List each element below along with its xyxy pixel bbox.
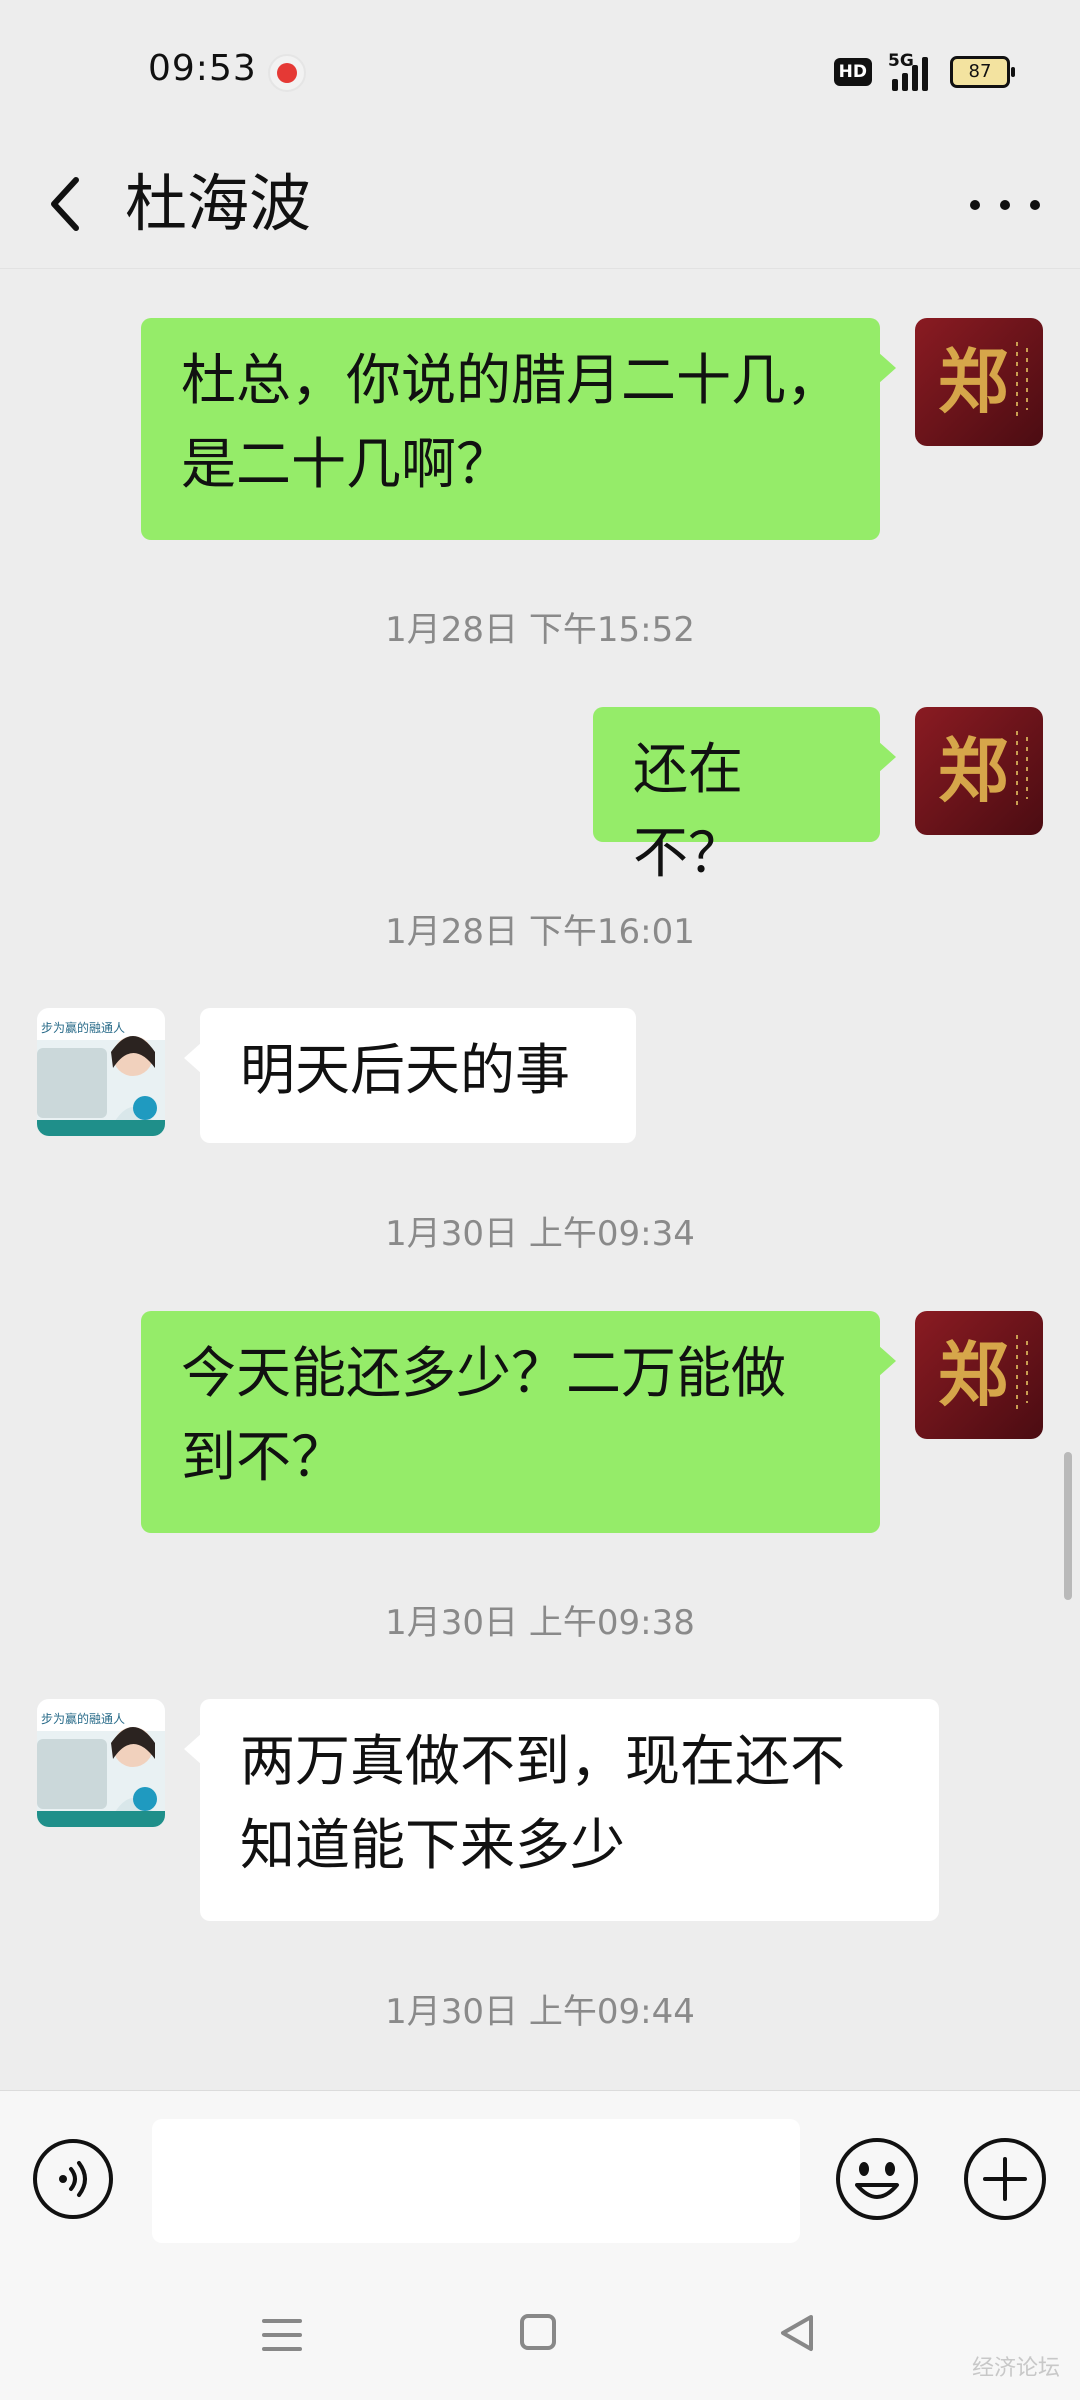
message-bubble-outgoing[interactable]: 杜总，你说的腊月二十几， 是二十几啊？: [141, 318, 896, 540]
more-button[interactable]: [970, 180, 1040, 230]
seal-avatar-image: 郑: [915, 1311, 1043, 1439]
scrollbar[interactable]: [1064, 1452, 1072, 1600]
input-bar: [0, 2090, 1080, 2266]
message-bubble-outgoing[interactable]: 今天能还多少？二万能做 到不？: [141, 1311, 896, 1533]
voice-icon: [59, 2161, 87, 2197]
timestamp: 1月30日 上午09:44: [385, 1992, 695, 2032]
svg-text:郑: 郑: [938, 729, 1008, 812]
self-avatar[interactable]: 郑: [915, 318, 1043, 446]
svg-text:郑: 郑: [938, 1333, 1008, 1416]
home-button[interactable]: [520, 2314, 556, 2350]
avatar-char: 郑: [938, 340, 1008, 423]
message-text: 两万真做不到，现在还不: [240, 1729, 846, 1793]
menu-icon: [262, 2319, 302, 2351]
status-bar: 09:53 HD 5G 87: [0, 0, 1080, 140]
network-type: 5G: [888, 51, 914, 71]
battery-icon: 87: [950, 56, 1015, 88]
message-text: 明天后天的事: [240, 1038, 571, 1102]
message-bubble-incoming[interactable]: 明天后天的事: [184, 1008, 636, 1143]
svg-text:步为赢的融通人: 步为赢的融通人: [41, 1711, 125, 1726]
svg-text:步为赢的融通人: 步为赢的融通人: [41, 1020, 125, 1035]
status-indicators: HD 5G 87: [833, 51, 1015, 92]
contact-avatar-image: 步为赢的融通人: [37, 1008, 165, 1136]
contact-avatar-image: 步为赢的融通人: [37, 1699, 165, 1827]
message-input[interactable]: [152, 2119, 800, 2243]
seal-avatar-image: 郑: [915, 707, 1043, 835]
system-nav-bar: 经济论坛: [0, 2265, 1080, 2400]
chevron-left-icon: [51, 177, 79, 231]
message-text: 杜总，你说的腊月二十几，: [181, 348, 842, 412]
more-dots-icon: [970, 200, 980, 210]
contact-avatar[interactable]: 步为赢的融通人: [37, 1008, 165, 1136]
hd-badge: HD: [833, 58, 872, 86]
triangle-back-icon: [781, 2315, 813, 2351]
contact-avatar[interactable]: 步为赢的融通人: [37, 1699, 165, 1827]
emoji-button[interactable]: [833, 2135, 921, 2223]
recent-apps-button[interactable]: [262, 2315, 302, 2355]
message-text: 还在不？: [633, 737, 744, 885]
signal-icon: 5G: [886, 51, 936, 91]
message-text: 是二十几啊？: [181, 432, 512, 496]
more-functions-button[interactable]: [961, 2135, 1049, 2223]
chat-title[interactable]: 杜海波: [125, 158, 311, 250]
system-back-button[interactable]: [775, 2311, 819, 2355]
chat-header: 杜海波: [0, 140, 1080, 269]
emoji-icon: [836, 2138, 918, 2220]
message-text: 知道能下来多少: [240, 1813, 626, 1877]
self-avatar[interactable]: 郑: [915, 1311, 1043, 1439]
self-avatar[interactable]: 郑: [915, 707, 1043, 835]
timestamp: 1月30日 上午09:38: [385, 1603, 695, 1643]
message-text: 到不？: [181, 1425, 347, 1489]
message-bubble-incoming[interactable]: 两万真做不到，现在还不 知道能下来多少: [184, 1699, 939, 1921]
timestamp: 1月30日 上午09:34: [385, 1214, 695, 1254]
status-time: 09:53: [148, 48, 257, 89]
timestamp: 1月28日 下午16:01: [385, 912, 695, 952]
watermark: 经济论坛: [971, 2356, 1060, 2381]
voice-button[interactable]: [33, 2139, 113, 2219]
back-button[interactable]: [40, 168, 100, 240]
timestamp: 1月28日 下午15:52: [385, 610, 695, 650]
message-text: 今天能还多少？二万能做: [181, 1341, 787, 1405]
app-notification-icon: [268, 54, 306, 92]
plus-icon: [964, 2138, 1046, 2220]
seal-avatar-image: 郑: [915, 318, 1043, 446]
message-bubble-outgoing[interactable]: 还在不？: [593, 707, 896, 885]
